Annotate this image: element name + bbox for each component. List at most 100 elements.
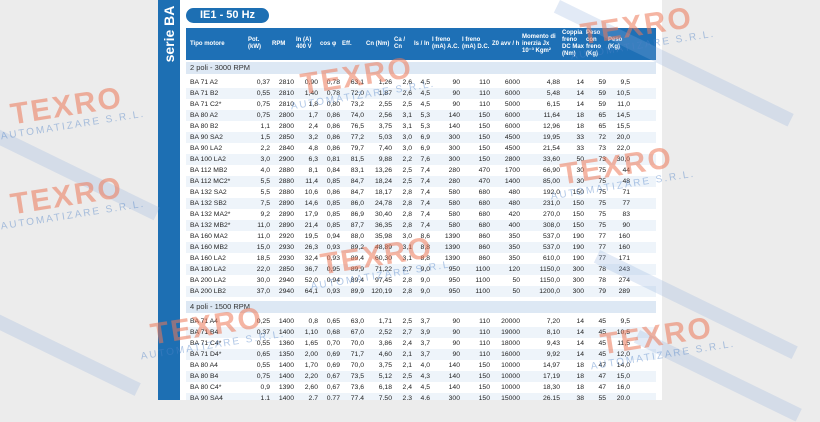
table-cell: 2810: [278, 79, 294, 86]
table-cell: 86,9: [350, 211, 364, 218]
table-cell: 150: [478, 134, 490, 141]
table-cell: 77: [622, 200, 630, 207]
table-cell: 300: [572, 266, 584, 273]
table-cell: 0,8: [308, 318, 318, 325]
table-cell: 86,0: [350, 200, 364, 207]
table-cell: 4,3: [420, 373, 430, 380]
table-row: BA 90 LA2 2,2 2840 4,8 0,86 79,7 7,40 3,0 6,9 300…: [186, 143, 656, 154]
table-cell: 3,0: [402, 233, 412, 240]
table-cell: 5,48: [546, 90, 560, 97]
table-cell: 1400: [278, 395, 294, 400]
table-cell: 3,75: [378, 123, 392, 130]
table-cell: 8,8: [420, 255, 430, 262]
table-cell: 14,6: [304, 200, 318, 207]
table-cell: 860: [478, 255, 490, 262]
table-cell: 17,9: [304, 211, 318, 218]
table-cell: 5,5: [260, 178, 270, 185]
table-cell: 2900: [278, 156, 294, 163]
table-cell: 2,60: [304, 384, 318, 391]
table-cell: 289: [618, 288, 630, 295]
table-cell: 45: [598, 340, 606, 347]
table-cell: 6000: [504, 112, 520, 119]
table-cell: 1,1: [260, 123, 270, 130]
table-cell: 110: [479, 90, 490, 97]
table-cell: 66,90: [542, 167, 560, 174]
table-cell: 14: [576, 101, 584, 108]
table-cell: 22,0: [616, 145, 630, 152]
table-cell: 1400: [278, 362, 294, 369]
table-cell: 73,5: [350, 373, 364, 380]
table-cell: 30,0: [256, 277, 270, 284]
table-cell: 1700: [504, 167, 520, 174]
table-cell: 18: [576, 112, 584, 119]
table-cell: 18: [576, 123, 584, 130]
table-cell: 0,93: [326, 288, 340, 295]
table-cell: 16,0: [616, 384, 630, 391]
table-cell: 4,5: [420, 79, 430, 86]
table-cell: BA 71 D4*: [190, 351, 222, 358]
table-cell: 10000: [501, 384, 520, 391]
table-cell: 11,5: [617, 340, 630, 347]
table-cell: 60,30: [374, 255, 392, 262]
table-cell: 480: [508, 200, 520, 207]
table-cell: BA 71 A4: [190, 318, 218, 325]
table-cell: 78: [598, 277, 606, 284]
table-cell: 580: [448, 200, 460, 207]
table-cell: 2880: [278, 178, 294, 185]
catalog-page: serie BA IE1 - 50 Hz Tipo motore Pot. (kW…: [158, 0, 662, 400]
table-cell: 6000: [504, 123, 520, 130]
watermark-stripe: [0, 300, 141, 396]
table-cell: 8,6: [420, 233, 430, 240]
table-cell: 75: [598, 211, 606, 218]
table-cell: 9,5: [620, 318, 630, 325]
table-cell: 11,0: [257, 222, 270, 229]
table-cell: 87,7: [350, 222, 364, 229]
table-cell: 89,9: [350, 266, 364, 273]
table-cell: 2930: [278, 244, 294, 251]
table-cell: 14: [576, 351, 584, 358]
table-cell: 72: [598, 134, 606, 141]
table-row: BA 160 MA2 11,0 2920 19,5 0,94 88,0 35,98 3,0 8,…: [186, 231, 656, 242]
table-cell: BA 112 MC2*: [190, 178, 231, 185]
table-cell: 950: [448, 266, 460, 273]
table-cell: 4,60: [378, 351, 392, 358]
table-cell: 537,0: [542, 244, 560, 251]
table-cell: 1400: [278, 329, 294, 336]
table-cell: 0,93: [326, 244, 340, 251]
table-cell: 18: [576, 373, 584, 380]
table-cell: 3,1: [402, 255, 412, 262]
table-cell: 2,56: [378, 112, 392, 119]
table-cell: 1100: [475, 266, 490, 273]
table-cell: 5000: [504, 101, 520, 108]
table-cell: 680: [478, 200, 490, 207]
table-cell: 1400: [504, 178, 520, 185]
table-cell: 36,35: [374, 222, 392, 229]
table-cell: BA 80 C4*: [190, 384, 222, 391]
table-header: Tipo motore Pot. (kW) RPM In (A) 400 V cos φ…: [186, 28, 656, 60]
table-row: BA 80 A2 0,75 2800 1,7 0,86 74,0 2,56 3,1 5,3 140…: [186, 110, 656, 121]
table-cell: 580: [448, 222, 460, 229]
table-cell: 0,37: [256, 79, 270, 86]
table-cell: 5,3: [420, 112, 430, 119]
table-cell: 300: [448, 134, 460, 141]
table-cell: 11,4: [305, 178, 318, 185]
table-cell: 0,67: [326, 373, 340, 380]
table-cell: 300: [572, 277, 584, 284]
column-header: RPM: [272, 40, 286, 47]
table-row: BA 80 B2 1,1 2800 2,4 0,86 76,5 3,75 3,1 5,3 140 1…: [186, 121, 656, 132]
table-cell: 190: [572, 255, 584, 262]
table-row: BA 90 SA2 1,5 2850 3,2 0,86 77,2 5,03 3,0 6,9 300…: [186, 132, 656, 143]
table-cell: 65: [598, 112, 606, 119]
table-cell: 160: [618, 244, 630, 251]
table-cell: 33: [576, 145, 584, 152]
section-title: 4 poli - 1500 RPM: [186, 301, 656, 313]
table-cell: 35,98: [374, 233, 392, 240]
table-cell: 14,0: [616, 362, 630, 369]
table-cell: 19,5: [304, 233, 318, 240]
table-cell: 50: [512, 288, 520, 295]
table-cell: 71,7: [350, 351, 364, 358]
table-cell: 10000: [501, 373, 520, 380]
table-cell: 55: [598, 395, 606, 400]
table-cell: 7,40: [378, 145, 392, 152]
table-row: BA 132 SA2 5,5 2880 10,6 0,86 84,7 18,17 2,8 7,4…: [186, 187, 656, 198]
